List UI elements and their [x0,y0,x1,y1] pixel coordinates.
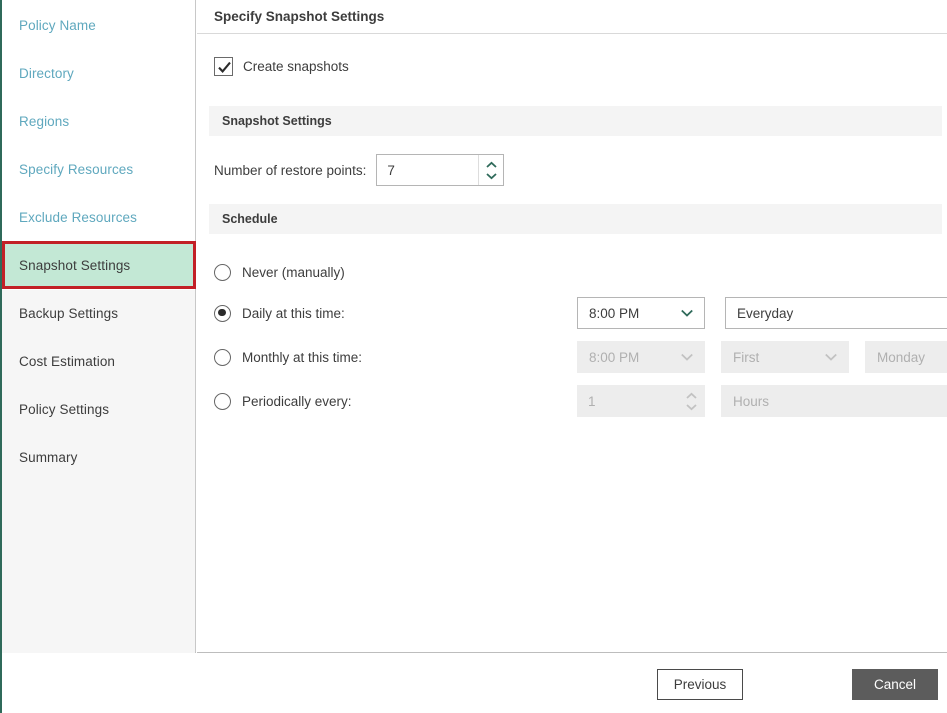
checkmark-icon [218,61,231,73]
sidebar-item-exclude-resources[interactable]: Exclude Resources [2,193,195,241]
chevron-down-icon [680,350,694,365]
sidebar-item-label: Policy Name [19,17,96,33]
page-header: Specify Snapshot Settings [197,0,947,34]
sidebar-item-label: Specify Resources [19,161,134,177]
daily-time-select[interactable]: 8:00 PM [577,297,705,329]
restore-points-row: Number of restore points: 7 [214,154,505,186]
radio-label-monthly: Monthly at this time: [242,349,363,365]
sidebar-item-snapshot-settings[interactable]: Snapshot Settings [2,241,195,289]
sidebar-item-label: Regions [19,113,70,129]
chevron-down-icon [824,350,838,365]
create-snapshots-row[interactable]: Create snapshots [214,57,349,76]
schedule-section-header: Schedule [209,204,942,234]
wizard-window: Policy Name Directory Regions Specify Resou… [0,0,947,713]
sidebar-item-label: Exclude Resources [19,209,138,225]
schedule-section-title: Schedule [222,212,278,226]
radio-label-daily: Daily at this time: [242,305,345,321]
monthly-ordinal-select-value: First [733,349,760,365]
chevron-down-icon[interactable] [485,172,498,180]
monthly-ordinal-select: First [721,341,849,373]
radio-label-periodically: Periodically every: [242,393,352,409]
restore-points-label: Number of restore points: [214,162,367,178]
cancel-button[interactable]: Cancel [852,669,938,700]
period-count-stepper: 1 [577,385,705,417]
period-count-stepper-spinner [679,386,704,416]
period-unit-select: Hours [721,385,947,417]
chevron-down-icon [686,403,697,410]
sidebar-item-label: Summary [19,449,78,465]
monthly-time-select: 8:00 PM [577,341,705,373]
sidebar-item-label: Policy Settings [19,401,110,417]
radio-never[interactable] [214,263,231,281]
restore-points-value: 7 [387,162,395,178]
create-snapshots-checkbox[interactable] [214,57,233,76]
page-title: Specify Snapshot Settings [214,9,385,24]
radio-label-never: Never (manually) [242,264,345,280]
period-unit-select-value: Hours [733,393,770,409]
sidebar-item-cost-estimation[interactable]: Cost Estimation [2,337,195,385]
snapshot-settings-section-title: Snapshot Settings [222,114,332,128]
radio-periodically[interactable] [214,392,231,410]
restore-points-spinner[interactable] [478,155,503,185]
daily-days-select-value: Everyday [737,305,794,321]
monthly-time-select-value: 8:00 PM [589,349,640,365]
sidebar-item-policy-settings[interactable]: Policy Settings [2,385,195,433]
sidebar-item-label: Snapshot Settings [19,257,131,273]
daily-days-select[interactable]: Everyday [725,297,947,329]
snapshot-settings-section-header: Snapshot Settings [209,106,942,136]
sidebar-item-specify-resources[interactable]: Specify Resources [2,145,195,193]
radio-monthly[interactable] [214,348,231,366]
restore-points-stepper[interactable]: 7 [376,154,505,186]
previous-button[interactable]: Previous [657,669,743,700]
wizard-step-sidebar: Policy Name Directory Regions Specify Resou… [2,0,196,653]
sidebar-item-label: Cost Estimation [19,353,116,369]
chevron-down-icon[interactable] [680,306,694,321]
radio-daily[interactable] [214,304,231,322]
chevron-up-icon [686,392,697,399]
sidebar-item-directory[interactable]: Directory [2,49,195,97]
schedule-option-daily[interactable]: Daily at this time: [214,295,345,331]
sidebar-item-label: Directory [19,65,74,81]
chevron-up-icon[interactable] [485,161,498,169]
daily-time-select-value: 8:00 PM [589,305,640,321]
sidebar-item-policy-name[interactable]: Policy Name [2,1,195,49]
monthly-weekday-select-value: Monday [877,349,926,365]
period-count-stepper-value: 1 [588,393,596,409]
monthly-weekday-select: Monday [865,341,947,373]
schedule-option-never[interactable]: Never (manually) [214,254,345,290]
sidebar-item-backup-settings[interactable]: Backup Settings [2,289,195,337]
schedule-option-periodically[interactable]: Periodically every: [214,383,352,419]
main-content: Create snapshots Snapshot Settings Numbe… [197,34,947,653]
create-snapshots-label: Create snapshots [243,59,349,74]
sidebar-item-summary[interactable]: Summary [2,433,195,481]
wizard-footer: Previous Next Cancel [2,654,947,713]
sidebar-item-label: Backup Settings [19,305,119,321]
schedule-option-monthly[interactable]: Monthly at this time: [214,339,362,375]
sidebar-item-regions[interactable]: Regions [2,97,195,145]
